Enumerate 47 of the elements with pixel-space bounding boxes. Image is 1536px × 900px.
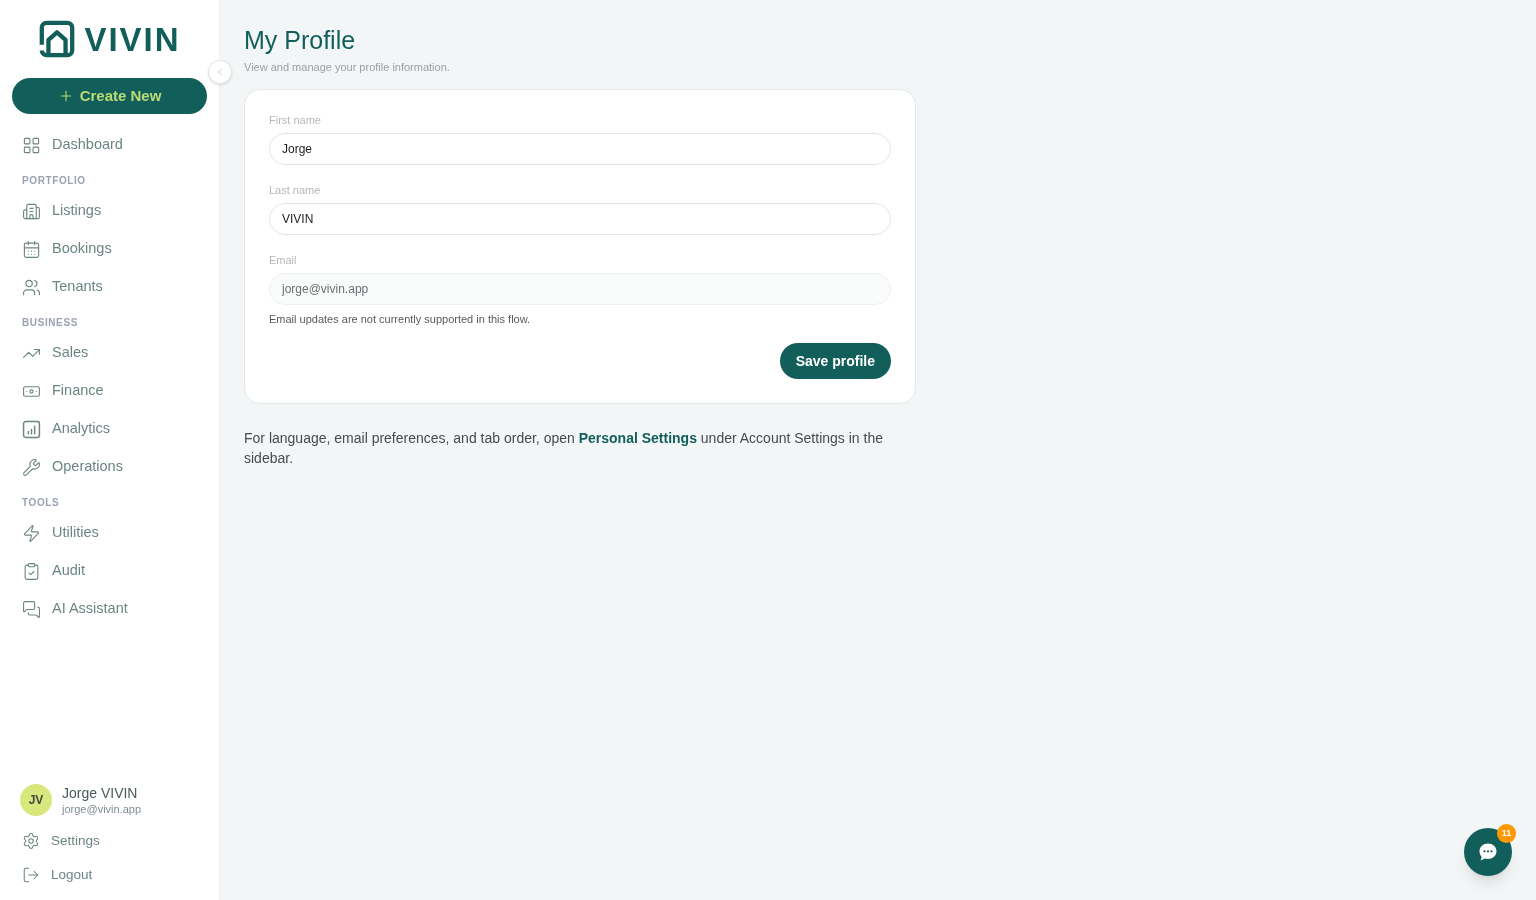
notification-count: 11 [1497, 824, 1516, 843]
user-name: Jorge VIVIN [62, 784, 139, 802]
logout-icon [22, 866, 40, 884]
chat-bubble-icon [1478, 842, 1498, 862]
calendar-icon [22, 239, 41, 259]
nav-item[interactable]: Sales [12, 334, 207, 372]
grid-icon [22, 135, 41, 155]
section-heading: TOOLS [22, 496, 61, 510]
page-subtitle: View and manage your profile information. [244, 60, 451, 74]
chat-bubbles-icon [22, 599, 41, 619]
create-new-button[interactable]: Create New [12, 78, 207, 114]
bar-chart-icon [22, 419, 41, 439]
nav-item[interactable]: AI Assistant [12, 590, 207, 628]
building-icon [22, 201, 41, 221]
wrench-icon [22, 457, 41, 477]
section-heading: PORTFOLIO [22, 174, 87, 188]
lightning-icon [22, 523, 41, 543]
user-avatar: JV [20, 784, 52, 816]
settings-hint-text: For language, email preferences, and tab order, open Personal Settings under Account Settings in the sidebar. [244, 429, 884, 468]
users-icon [22, 277, 41, 297]
nav-item[interactable]: Listings [12, 192, 207, 230]
sidebar-footer-link[interactable]: Settings [12, 824, 207, 858]
save-profile-button[interactable]: Save profile [779, 343, 891, 379]
nav-item[interactable]: Operations [12, 448, 207, 486]
section-heading: BUSINESS [22, 316, 79, 330]
nav-item[interactable]: Utilities [12, 514, 207, 552]
field-label: Email [269, 253, 298, 267]
field-help-text: Email updates are not currently supported in this flow. [269, 312, 532, 326]
chat-button[interactable] [1464, 828, 1512, 876]
field-label: First name [269, 113, 322, 127]
nav-item[interactable]: Finance [12, 372, 207, 410]
nav-item[interactable]: Bookings [12, 230, 207, 268]
field-label: Last name [269, 183, 322, 197]
nav-item[interactable]: Tenants [12, 268, 207, 306]
house-logo-icon [38, 19, 77, 59]
sidebar-footer-link[interactable]: Logout [12, 858, 207, 892]
nav-item[interactable]: Audit [12, 552, 207, 590]
text-input[interactable]: Jorge [269, 133, 891, 165]
page-title: My Profile [244, 26, 357, 54]
settings-icon [22, 832, 40, 850]
nav-item[interactable]: Analytics [12, 410, 207, 448]
user-email: jorge@vivin.app [62, 802, 142, 816]
text-input[interactable]: VIVIN [269, 203, 891, 235]
personal-settings-link[interactable]: Personal Settings [578, 430, 697, 446]
nav-item[interactable]: Dashboard [12, 126, 207, 164]
logo-wordmark: VIVIN [84, 22, 181, 56]
clipboard-check-icon [22, 561, 41, 581]
